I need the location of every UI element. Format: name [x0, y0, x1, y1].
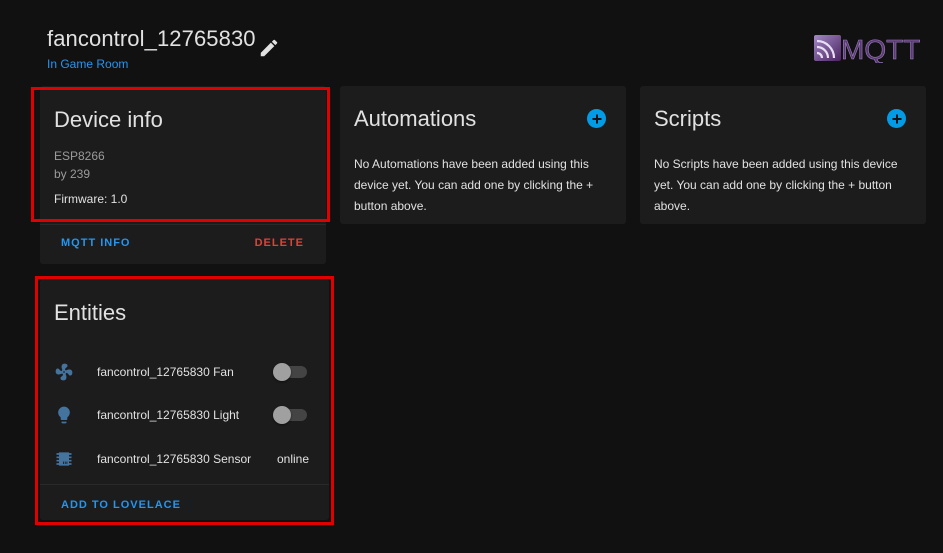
- fan-icon: [55, 363, 73, 381]
- automations-empty-text: No Automations have been added using thi…: [354, 157, 594, 213]
- fan-toggle[interactable]: [273, 363, 307, 381]
- entity-state: online: [277, 452, 310, 466]
- toggle-knob: [273, 363, 291, 381]
- device-model: ESP8266: [54, 149, 105, 163]
- device-info-card: Device info ESP8266 by 239 Firmware: 1.0…: [40, 86, 326, 264]
- add-script-button[interactable]: [887, 109, 906, 128]
- scripts-card: Scripts No Scripts have been added using…: [640, 86, 926, 224]
- entities-card: Entities fancontrol_12765830 Fan fancont…: [40, 279, 329, 520]
- mqtt-logo: MQTT: [814, 33, 926, 65]
- mqtt-info-button[interactable]: MQTT INFO: [61, 237, 131, 249]
- pencil-icon: [260, 39, 278, 57]
- scripts-title: Scripts: [654, 106, 722, 131]
- page-header: fancontrol_12765830 In Game Room: [47, 26, 256, 71]
- chip-icon: [56, 452, 72, 466]
- entity-row-fan[interactable]: fancontrol_12765830 Fan: [40, 357, 329, 387]
- light-toggle[interactable]: [273, 406, 307, 424]
- automations-card: Automations No Automations have been add…: [340, 86, 626, 224]
- entity-row-sensor[interactable]: fancontrol_12765830 Sensor online: [40, 444, 329, 474]
- entity-name: fancontrol_12765830 Fan: [97, 365, 234, 379]
- scripts-empty-text: No Scripts have been added using this de…: [654, 157, 898, 213]
- edit-name-button[interactable]: [258, 37, 280, 59]
- device-title: fancontrol_12765830: [47, 26, 256, 51]
- svg-text:MQTT: MQTT: [841, 34, 920, 63]
- entity-name: fancontrol_12765830 Sensor: [97, 452, 252, 466]
- entity-name: fancontrol_12765830 Light: [97, 408, 240, 422]
- area-link[interactable]: In Game Room: [47, 57, 256, 71]
- card-divider: [40, 224, 326, 225]
- automations-title: Automations: [354, 106, 477, 131]
- card-divider: [40, 484, 329, 485]
- add-to-lovelace-button[interactable]: ADD TO LOVELACE: [61, 499, 181, 511]
- entity-row-light[interactable]: fancontrol_12765830 Light: [40, 400, 329, 430]
- delete-button[interactable]: DELETE: [255, 237, 304, 249]
- toggle-knob: [273, 406, 291, 424]
- device-firmware: Firmware: 1.0: [54, 192, 128, 206]
- add-automation-button[interactable]: [587, 109, 606, 128]
- lightbulb-icon: [58, 406, 70, 424]
- device-info-title: Device info: [54, 107, 163, 132]
- entities-title: Entities: [54, 300, 127, 325]
- device-page: fancontrol_12765830 In Game Room MQTT De…: [0, 0, 943, 553]
- device-manufacturer: by 239: [54, 167, 91, 181]
